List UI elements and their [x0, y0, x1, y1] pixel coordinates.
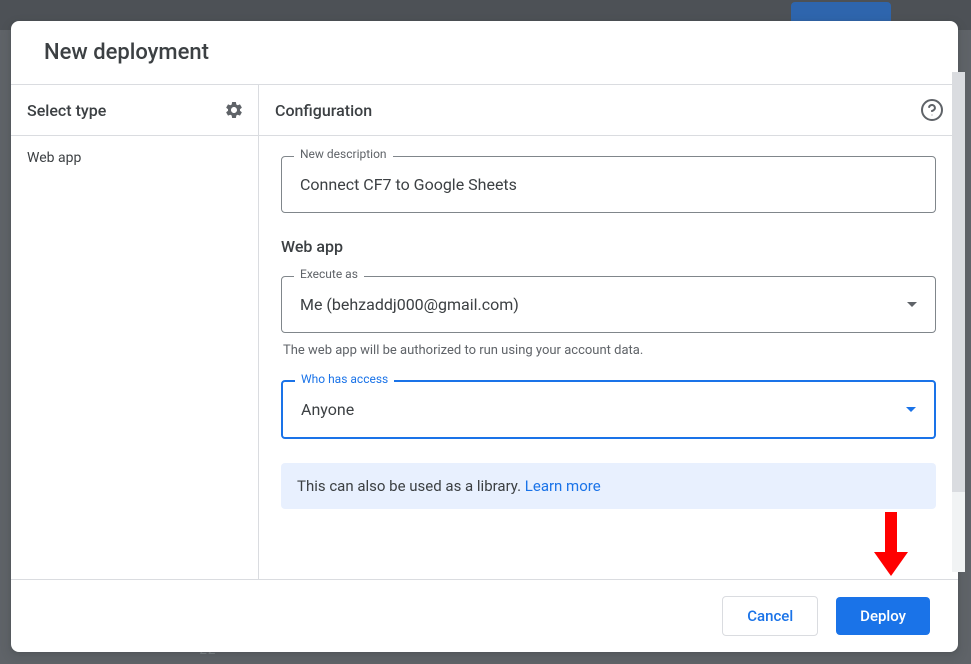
- new-description-field[interactable]: New description: [281, 156, 936, 213]
- scrollbar-thumb[interactable]: [952, 72, 965, 492]
- execute-as-value: Me (behzaddj000@gmail.com): [300, 295, 519, 314]
- deploy-button[interactable]: Deploy: [836, 597, 930, 635]
- access-legend: Who has access: [295, 372, 394, 386]
- description-input[interactable]: [282, 157, 935, 212]
- dialog-sidebar: Select type Web app: [11, 85, 259, 579]
- gear-icon[interactable]: [224, 100, 244, 120]
- chevron-down-icon: [907, 302, 917, 307]
- cancel-button[interactable]: Cancel: [722, 596, 818, 636]
- dialog-footer: Cancel Deploy: [11, 579, 958, 652]
- scrollbar-track[interactable]: [952, 72, 965, 572]
- sidebar-item-web-app[interactable]: Web app: [11, 136, 258, 180]
- execute-as-legend: Execute as: [294, 267, 364, 281]
- execute-as-helper: The web app will be authorized to run us…: [281, 343, 936, 358]
- sidebar-header: Select type: [11, 85, 258, 136]
- select-type-label: Select type: [27, 101, 106, 120]
- learn-more-link[interactable]: Learn more: [525, 477, 601, 495]
- dialog-main: Configuration New description Web app Ex…: [259, 85, 958, 579]
- library-info-banner: This can also be used as a library. Lear…: [281, 463, 936, 509]
- config-header: Configuration: [259, 85, 958, 136]
- dialog-header: New deployment: [11, 21, 958, 85]
- dialog-title: New deployment: [44, 40, 925, 65]
- access-value: Anyone: [301, 400, 354, 419]
- execute-as-field[interactable]: Execute as Me (behzaddj000@gmail.com): [281, 276, 936, 333]
- new-deployment-dialog: New deployment Select type Web app Confi…: [11, 21, 958, 652]
- who-has-access-field[interactable]: Who has access Anyone: [281, 380, 936, 439]
- description-legend: New description: [294, 147, 393, 161]
- web-app-section-label: Web app: [281, 237, 936, 256]
- configuration-label: Configuration: [275, 101, 372, 120]
- banner-text: This can also be used as a library.: [297, 477, 525, 495]
- chevron-down-icon: [906, 407, 916, 412]
- help-icon[interactable]: [920, 98, 944, 122]
